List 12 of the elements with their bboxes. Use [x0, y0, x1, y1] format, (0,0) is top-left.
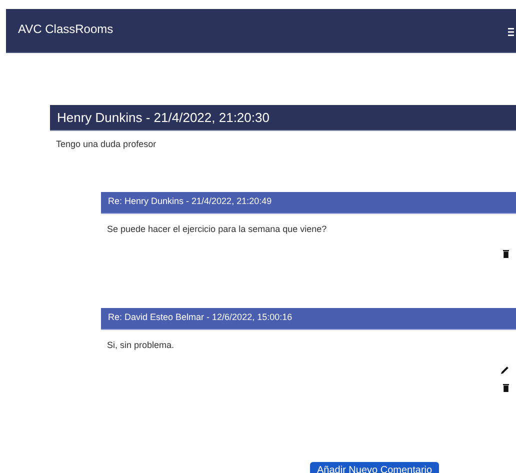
post-header: Henry Dunkins - 21/4/2022, 21:20:30: [50, 105, 516, 131]
reply-body: Si, sin problema.: [107, 338, 176, 352]
post-body: Tengo una duda profesor: [56, 138, 158, 151]
trash-icon[interactable]: [503, 250, 509, 258]
add-comment-button[interactable]: Añadir Nuevo Comentario: [310, 462, 440, 473]
brand-title[interactable]: AVC ClassRooms: [18, 20, 114, 38]
reply-header: Re: Henry Dunkins - 21/4/2022, 21:20:49: [101, 192, 516, 214]
menu-icon[interactable]: [508, 28, 514, 36]
trash-icon[interactable]: [503, 384, 509, 392]
reply-body: Se puede hacer el ejercicio para la semana que viene?: [107, 222, 328, 236]
reply-header: Re: David Esteo Belmar - 12/6/2022, 15:00:16: [101, 308, 516, 330]
pencil-icon[interactable]: [501, 366, 509, 374]
